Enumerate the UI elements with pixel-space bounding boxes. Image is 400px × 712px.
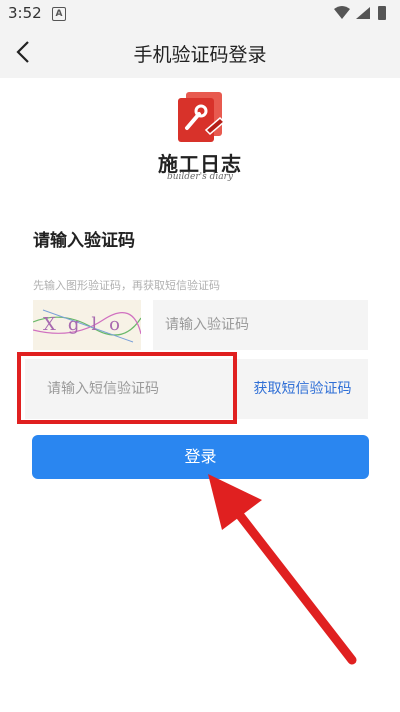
captcha-image[interactable]: Xglo [33, 300, 141, 350]
app-logo: 施工日志 builder's diary [150, 90, 250, 182]
signal-icon [356, 7, 370, 19]
captcha-text: Xglo [43, 314, 132, 335]
hint-text: 先输入图形验证码，再获取短信验证码 [33, 279, 220, 292]
battery-icon [378, 6, 386, 20]
sms-code-input[interactable] [25, 359, 235, 419]
notification-icon: A [52, 7, 66, 21]
wifi-icon [334, 6, 350, 19]
page-title: 手机验证码登录 [133, 44, 267, 66]
section-title: 请输入验证码 [33, 231, 135, 251]
status-icons [332, 5, 392, 25]
status-time: 3:52 [8, 4, 42, 22]
login-button[interactable]: 登录 [32, 435, 369, 479]
logo-subtitle: builder's diary [166, 172, 234, 182]
captcha-input[interactable] [153, 300, 368, 350]
diary-logo-icon [178, 92, 226, 142]
nav-bar: 手机验证码登录 [0, 26, 400, 78]
get-sms-code-button[interactable]: 获取短信验证码 [237, 359, 368, 419]
status-bar: 3:52 A [0, 0, 400, 26]
